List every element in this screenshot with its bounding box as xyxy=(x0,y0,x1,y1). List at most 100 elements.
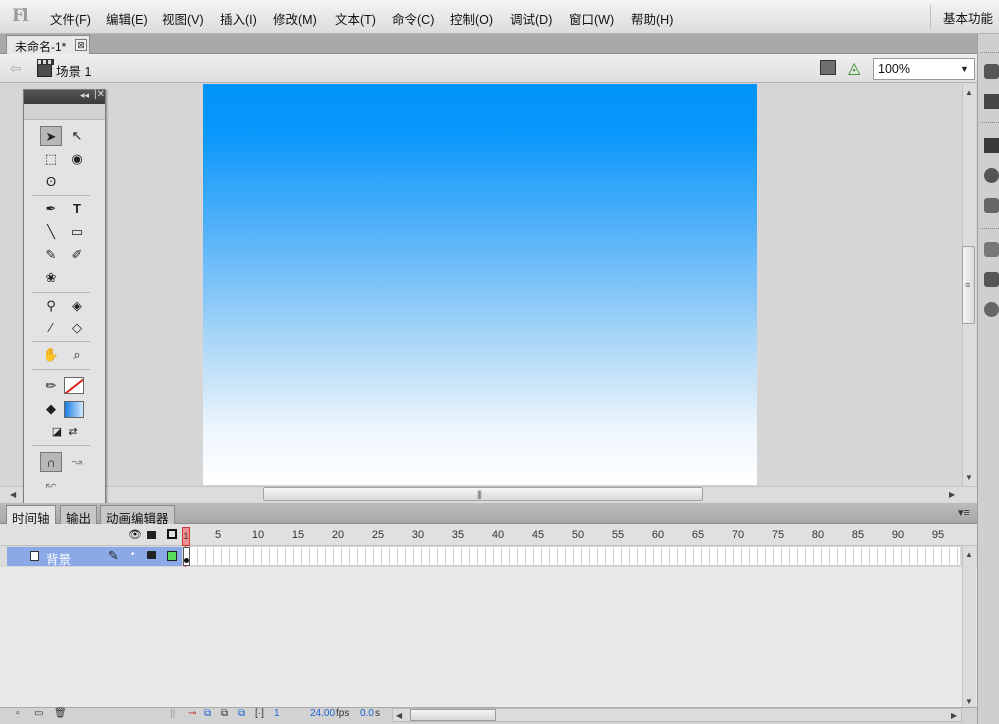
menu-view[interactable]: 视图(V) xyxy=(162,9,204,28)
fill-color-swatch[interactable] xyxy=(64,401,84,418)
panel-menu-icon[interactable]: |✕ xyxy=(94,89,105,100)
frame-number-label: 60 xyxy=(651,529,665,541)
transform-panel-icon[interactable] xyxy=(984,198,999,213)
code-snippets-icon[interactable] xyxy=(984,242,999,257)
new-folder-icon[interactable]: ▭ xyxy=(34,708,43,719)
motion-presets-icon[interactable] xyxy=(984,302,999,317)
scroll-right-icon[interactable]: ▶ xyxy=(951,711,957,720)
info-panel-icon[interactable] xyxy=(984,168,999,183)
frame-rate-value[interactable]: 24.00 xyxy=(310,708,335,719)
menu-edit[interactable]: 编辑(E) xyxy=(106,9,148,28)
onion-skin-icon[interactable]: ⧉ xyxy=(204,708,211,719)
menu-help[interactable]: 帮助(H) xyxy=(631,9,673,28)
tab-timeline[interactable]: 时间轴 xyxy=(6,505,56,526)
stroke-color-swatch[interactable] xyxy=(64,377,84,394)
delete-layer-icon[interactable]: 🗑 xyxy=(54,708,67,719)
snap-to-objects-icon[interactable]: ∩ xyxy=(40,452,62,472)
tools-panel-header[interactable] xyxy=(24,90,105,104)
pencil-tool-icon[interactable]: ✎ xyxy=(40,245,62,265)
pen-tool-icon[interactable]: ✒ xyxy=(40,199,62,219)
tab-motion-editor[interactable]: 动画编辑器 xyxy=(100,505,175,526)
scroll-up-icon[interactable]: ▲ xyxy=(965,550,973,559)
edit-symbols-icon[interactable]: ◬ xyxy=(848,58,860,78)
edit-scene-icon[interactable] xyxy=(820,60,836,75)
timeline-vertical-scrollbar[interactable] xyxy=(962,546,976,707)
scroll-left-icon[interactable]: ◀ xyxy=(10,490,16,499)
tools-panel-subheader xyxy=(24,104,105,120)
edit-multiple-frames-icon[interactable]: ⧉ xyxy=(238,708,245,719)
stage-canvas[interactable] xyxy=(203,84,757,485)
scroll-right-icon[interactable]: ▶ xyxy=(949,490,955,499)
components-panel-icon[interactable] xyxy=(984,272,999,287)
smooth-icon[interactable]: ↝ xyxy=(66,452,88,472)
menu-text[interactable]: 文本(T) xyxy=(335,9,376,28)
menu-insert[interactable]: 插入(I) xyxy=(220,9,257,28)
menu-file[interactable]: 文件(F) xyxy=(50,9,91,28)
align-panel-icon[interactable] xyxy=(984,138,999,153)
menu-control[interactable]: 控制(O) xyxy=(450,9,493,28)
layer-outline-color-icon[interactable] xyxy=(167,551,177,561)
visibility-dot-icon[interactable]: • xyxy=(131,549,135,560)
tab-output[interactable]: 输出 xyxy=(60,505,98,526)
menu-commands[interactable]: 命令(C) xyxy=(392,9,434,28)
lasso-tool-icon[interactable]: ʘ xyxy=(40,172,62,192)
document-tab[interactable]: 未命名-1* ⊠ xyxy=(6,35,90,54)
collapse-icon[interactable]: ◂◂ xyxy=(80,90,89,101)
layer-frames[interactable] xyxy=(190,547,960,566)
deco-tool-icon[interactable]: ❀ xyxy=(40,268,62,288)
paint-bucket-tool-icon[interactable]: ◈ xyxy=(66,296,88,316)
frame-number-label: 90 xyxy=(891,529,905,541)
brush-tool-icon[interactable]: ✐ xyxy=(66,245,88,265)
free-transform-tool-icon[interactable]: ⬚ xyxy=(40,149,62,169)
menu-window[interactable]: 窗口(W) xyxy=(569,9,614,28)
3d-rotation-tool-icon[interactable]: ◉ xyxy=(66,149,88,169)
modify-onion-markers-icon[interactable]: [·] xyxy=(255,708,264,719)
panel-menu-icon[interactable]: ▾≡ xyxy=(958,506,970,519)
scene-label: 场景 1 xyxy=(56,65,92,79)
timeline-scroll-thumb[interactable] xyxy=(410,709,496,721)
menu-debug[interactable]: 调试(D) xyxy=(510,9,552,28)
back-arrow-icon[interactable]: ⇦ xyxy=(10,60,22,77)
frame-number-label: 95 xyxy=(931,529,945,541)
frame-number-label: 25 xyxy=(371,529,385,541)
onion-skin-outlines-icon[interactable]: ⧉ xyxy=(221,708,228,719)
eyedropper-tool-icon[interactable]: ⁄ xyxy=(40,318,62,338)
zoom-tool-icon[interactable]: ⌕ xyxy=(66,345,88,365)
bone-tool-icon[interactable]: ⚲ xyxy=(40,296,62,316)
rectangle-tool-icon[interactable]: ▭ xyxy=(66,222,88,242)
swap-colors-icon[interactable]: ⇄ xyxy=(62,422,84,442)
frame-number-label: 15 xyxy=(291,529,305,541)
horizontal-scroll-thumb[interactable] xyxy=(263,487,703,501)
center-frame-icon[interactable]: ⊸ xyxy=(188,708,196,719)
workspace-switcher[interactable]: 基本功能 xyxy=(943,8,993,27)
close-icon[interactable]: ⊠ xyxy=(75,39,87,51)
straighten-icon[interactable]: ↜ xyxy=(40,475,62,495)
line-tool-icon[interactable]: ╲ xyxy=(40,222,62,242)
playhead[interactable]: 1 xyxy=(182,527,190,546)
tools-divider xyxy=(32,195,90,196)
hand-tool-icon[interactable]: ✋ xyxy=(40,345,62,365)
outline-icon[interactable] xyxy=(167,529,177,539)
subselection-tool-icon[interactable]: ↖ xyxy=(66,126,88,146)
keyframe[interactable] xyxy=(183,547,190,566)
scroll-up-icon[interactable]: ▲ xyxy=(965,88,973,97)
lock-icon[interactable] xyxy=(147,531,156,539)
text-tool-icon[interactable]: T xyxy=(66,199,88,219)
scroll-left-icon[interactable]: ◀ xyxy=(396,711,402,720)
chevron-down-icon[interactable]: ▼ xyxy=(960,59,969,74)
scroll-down-icon[interactable]: ▼ xyxy=(965,473,973,482)
layer-name[interactable]: 背景 xyxy=(46,549,71,568)
pencil-icon: ✎ xyxy=(108,548,119,563)
eye-icon[interactable]: 👁 xyxy=(128,528,142,541)
color-panel-icon[interactable] xyxy=(984,64,999,79)
document-tab-title: 未命名-1* xyxy=(15,40,67,54)
lock-icon[interactable] xyxy=(147,551,156,559)
selection-tool-icon[interactable]: ➤ xyxy=(40,126,62,146)
new-layer-icon[interactable]: ▫ xyxy=(16,708,20,719)
menu-modify[interactable]: 修改(M) xyxy=(273,9,317,28)
stroke-color-icon: ✏ xyxy=(45,378,57,393)
eraser-tool-icon[interactable]: ◇ xyxy=(66,318,88,338)
scroll-down-icon[interactable]: ▼ xyxy=(965,697,973,706)
frame-number-label: 70 xyxy=(731,529,745,541)
swatches-panel-icon[interactable] xyxy=(984,94,999,109)
